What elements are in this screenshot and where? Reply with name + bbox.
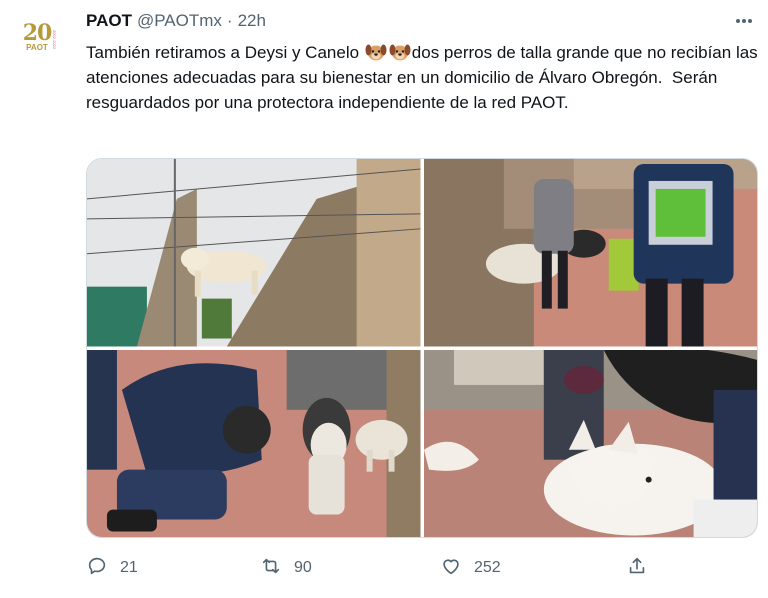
- tweet-text: También retiramos a Deysi y Canelo dos p…: [86, 40, 762, 115]
- display-name[interactable]: PAOT: [86, 11, 132, 31]
- photo-dog-on-wall[interactable]: [87, 159, 421, 347]
- photo-white-dog[interactable]: [423, 349, 757, 537]
- media-grid: [86, 158, 758, 538]
- avatar-number: 20: [22, 19, 53, 46]
- dog-face-icon: [365, 44, 387, 61]
- share-button[interactable]: [626, 552, 648, 584]
- like-button[interactable]: 252: [440, 552, 501, 584]
- share-icon: [626, 555, 648, 582]
- avatar-years: 2002-2022: [52, 30, 57, 50]
- avatar-org: PAOT: [26, 42, 48, 52]
- tweet-header: PAOT @PAOTmx · 22h: [86, 10, 266, 32]
- tweet-text-part1: También retiramos a Deysi y Canelo: [86, 43, 364, 62]
- more-options-icon[interactable]: [732, 10, 756, 32]
- reply-count: 21: [120, 559, 138, 576]
- dog-face-icon: [389, 44, 411, 61]
- retweet-button[interactable]: 90: [260, 552, 312, 584]
- retweet-count: 90: [294, 559, 312, 576]
- like-count: 252: [474, 559, 501, 576]
- reply-icon: [86, 555, 108, 582]
- photo-agent-with-husky[interactable]: [87, 349, 421, 537]
- timestamp[interactable]: 22h: [238, 11, 266, 31]
- profile-avatar[interactable]: 20 PAOT 2002-2022: [12, 12, 62, 62]
- tweet-action-bar: 21 90 252: [86, 552, 686, 584]
- user-handle[interactable]: @PAOTmx: [137, 11, 222, 31]
- retweet-icon: [260, 555, 282, 582]
- photo-agent-with-dogs[interactable]: [423, 159, 757, 347]
- reply-button[interactable]: 21: [86, 552, 138, 584]
- heart-icon: [440, 555, 462, 582]
- separator-dot: ·: [226, 11, 233, 30]
